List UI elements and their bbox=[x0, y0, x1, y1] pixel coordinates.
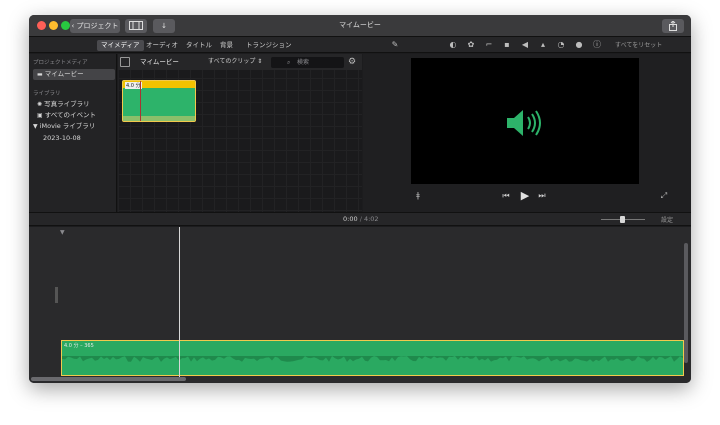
reset-all-button[interactable]: すべてをリセット bbox=[615, 40, 662, 51]
info-icon[interactable]: ⓘ bbox=[592, 40, 602, 50]
skip-back-icon[interactable]: ⏮ bbox=[501, 191, 511, 203]
timeline-settings-button[interactable]: 設定 bbox=[661, 215, 673, 224]
timeline-area: ▼ 4.0 分 – 365 bbox=[29, 227, 691, 383]
media-browser: マイムービー すべてのクリップ ⇕ ⌕ 検索 ⚙ 4.0 分 bbox=[118, 54, 362, 212]
timeline-clip[interactable]: 4.0 分 – 365 bbox=[61, 340, 684, 376]
browser-settings-icon[interactable]: ⚙ bbox=[347, 57, 357, 67]
clip-filter-icon[interactable]: ● bbox=[574, 40, 584, 50]
equalizer-icon[interactable]: ▴ bbox=[538, 40, 548, 50]
crop-icon[interactable]: ⌐ bbox=[484, 40, 494, 50]
clip-filter-select[interactable]: すべてのクリップ ⇕ bbox=[208, 57, 262, 67]
search-icon: ⌕ bbox=[287, 59, 291, 66]
sidebar-item-event-date[interactable]: 2023-10-08 bbox=[39, 133, 121, 144]
tab-audio[interactable]: オーディオ bbox=[142, 40, 182, 51]
viewer-panel: ǂ ⏮ ▶ ⏭ ⤢ bbox=[363, 54, 691, 212]
sidebar-item-imovie-library[interactable]: ▼ iMovie ライブラリ bbox=[29, 121, 111, 132]
photos-icon: ✺ bbox=[37, 101, 43, 108]
browser-title: マイムービー bbox=[140, 58, 179, 66]
sidebar-item-photos-library[interactable]: ✺ 写真ライブラリ bbox=[33, 99, 115, 110]
imovie-window: ‹ プロジェクト ↓ マイムービー マイメディア オーディオ タイトル 背景 ト bbox=[29, 15, 691, 383]
color-balance-icon[interactable]: ◐ bbox=[448, 40, 458, 50]
media-clip-thumbnail[interactable]: 4.0 分 bbox=[122, 80, 196, 122]
play-icon[interactable]: ▶ bbox=[519, 189, 531, 203]
skimmer-line bbox=[140, 81, 141, 121]
media-toolbar: マイメディア オーディオ タイトル 背景 トランジション ✎ ◐ ✿ ⌐ ▪ ◀… bbox=[29, 37, 691, 53]
sidebar-item-all-events[interactable]: ▣ すべてのイベント bbox=[33, 110, 115, 121]
browser-bar: マイムービー すべてのクリップ ⇕ ⌕ 検索 ⚙ bbox=[118, 54, 362, 70]
stabilization-icon[interactable]: ▪ bbox=[502, 40, 512, 50]
current-time: 0:00 bbox=[343, 215, 358, 223]
library-header: ライブラリ bbox=[33, 91, 61, 97]
film-icon: ▬ bbox=[37, 71, 43, 78]
fullscreen-icon[interactable]: ⤢ bbox=[659, 191, 669, 203]
tab-backgrounds[interactable]: 背景 bbox=[216, 40, 237, 51]
horizontal-scrollbar[interactable] bbox=[31, 377, 186, 381]
events-icon: ▣ bbox=[37, 112, 43, 119]
magic-wand-icon[interactable]: ✎ bbox=[390, 40, 400, 50]
viewer-screen bbox=[411, 58, 639, 184]
tab-my-media[interactable]: マイメディア bbox=[97, 40, 144, 51]
up-down-chevron-icon: ⇕ bbox=[257, 58, 263, 65]
clip-bottom-band bbox=[123, 116, 195, 121]
search-input[interactable]: ⌕ 検索 bbox=[271, 57, 344, 68]
speaker-icon bbox=[507, 110, 541, 136]
speed-icon[interactable]: ◔ bbox=[556, 40, 566, 50]
sidebar-item-my-movie[interactable]: ▬ マイムービー bbox=[33, 69, 115, 80]
track-handle[interactable] bbox=[55, 287, 58, 303]
tab-transitions[interactable]: トランジション bbox=[242, 40, 296, 51]
audio-waveform bbox=[62, 356, 683, 375]
color-correction-icon[interactable]: ✿ bbox=[466, 40, 476, 50]
timeline-start-marker-icon: ▼ bbox=[60, 229, 65, 236]
sidebar-toggle-icon[interactable] bbox=[120, 57, 130, 67]
window-title: マイムービー bbox=[339, 21, 381, 29]
library-sidebar: プロジェクトメディア ▬ マイムービー ライブラリ ✺ 写真ライブラリ ▣ すべ… bbox=[29, 54, 117, 212]
project-media-header: プロジェクトメディア bbox=[33, 60, 88, 66]
volume-icon[interactable]: ◀ bbox=[520, 40, 530, 50]
timeline-header: 0:00 / 4:02 設定 bbox=[29, 212, 691, 226]
timeline-clip-label: 4.0 分 – 365 bbox=[64, 343, 94, 349]
disclosure-triangle-icon: ▼ bbox=[33, 123, 38, 130]
playhead[interactable] bbox=[179, 227, 180, 377]
skip-forward-icon[interactable]: ⏭ bbox=[537, 191, 547, 203]
share-button[interactable] bbox=[662, 19, 684, 33]
timecode-readout: 0:00 / 4:02 bbox=[343, 215, 379, 223]
share-icon bbox=[669, 20, 677, 31]
total-time: 4:02 bbox=[363, 215, 379, 223]
titlebar: ‹ プロジェクト ↓ マイムービー bbox=[29, 15, 691, 37]
tab-titles[interactable]: タイトル bbox=[182, 40, 216, 51]
zoom-slider-thumb[interactable] bbox=[620, 216, 625, 223]
microphone-icon[interactable]: ǂ bbox=[413, 191, 423, 203]
vertical-scrollbar[interactable] bbox=[684, 243, 688, 363]
